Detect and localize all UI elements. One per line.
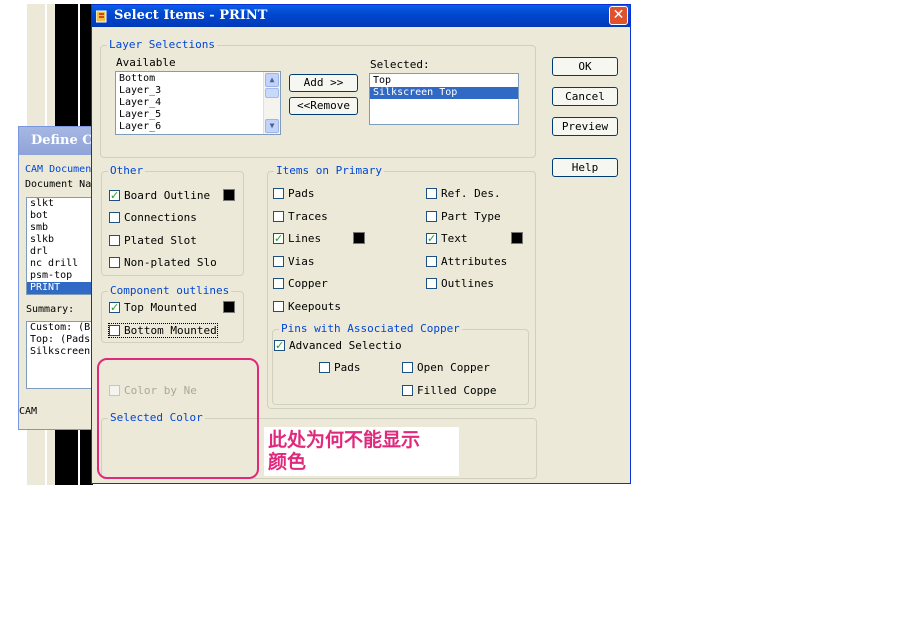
available-label: Available [116,56,176,69]
preview-button[interactable]: Preview [552,117,618,136]
checkbox-checked-icon[interactable] [426,232,437,245]
annotation-line: 此处为何不能显示 [268,429,421,451]
remove-button[interactable]: <<Remove [289,97,358,115]
annotation-highlight [97,358,259,479]
checkbox-icon[interactable] [273,188,284,199]
checkbox-icon[interactable] [109,325,120,336]
list-item[interactable]: smb [27,222,99,234]
list-item[interactable]: Layer_5 [116,109,280,121]
checkbox-icon[interactable] [426,188,437,199]
checkbox-icon[interactable] [426,256,437,267]
vias-checkbox[interactable]: Vias [273,255,315,268]
top-mounted-checkbox[interactable]: Top Mounted [109,301,197,314]
checkbox-checked-icon[interactable] [274,339,285,352]
list-item[interactable]: Layer_4 [116,97,280,109]
items-on-primary-label: Items on Primary [274,164,384,177]
plated-slot-checkbox[interactable]: Plated Slot [109,234,197,247]
pins-pads-checkbox[interactable]: Pads [319,361,361,374]
annotation-note: 此处为何不能显示 颜色 [264,427,459,476]
scroll-up-icon[interactable]: ▲ [265,73,279,87]
checkbox-checked-icon[interactable] [273,232,284,245]
help-button[interactable]: Help [552,158,618,177]
checkbox-checked-icon[interactable] [109,301,120,314]
list-item[interactable]: Top [370,75,518,87]
checkbox-icon[interactable] [109,257,120,268]
list-item[interactable]: Layer_6 [116,121,280,133]
part-type-checkbox[interactable]: Part Type [426,210,501,223]
summary-line: Top: (Pads [30,334,91,345]
top-mounted-color-swatch[interactable] [223,301,235,313]
list-item[interactable]: psm-top [27,270,99,282]
checkbox-icon[interactable] [402,362,413,373]
checkbox-icon[interactable] [273,278,284,289]
text-checkbox[interactable]: Text [426,232,468,245]
advanced-selection-checkbox[interactable]: Advanced Selectio [274,339,402,352]
add-button[interactable]: Add >> [289,74,358,92]
board-outline-checkbox[interactable]: Board Outline [109,189,210,202]
checkbox-icon[interactable] [273,211,284,222]
component-outlines-label: Component outlines [108,284,232,297]
title-bar[interactable]: Select Items - PRINT ✕ [92,5,630,27]
checkbox-icon[interactable] [319,362,330,373]
list-item[interactable]: Layer_3 [116,85,280,97]
ref-des-checkbox[interactable]: Ref. Des. [426,187,501,200]
text-color-swatch[interactable] [511,232,523,244]
board-outline-color-swatch[interactable] [223,189,235,201]
connections-checkbox[interactable]: Connections [109,211,197,224]
define-cam-window: Define C CAM Documen Document Na slkt bo… [18,126,99,430]
cancel-button[interactable]: Cancel [552,87,618,106]
pins-with-copper-label: Pins with Associated Copper [279,322,462,335]
attributes-checkbox[interactable]: Attributes [426,255,507,268]
available-listbox[interactable]: Bottom Layer_3 Layer_4 Layer_5 Layer_6 ▲… [115,71,281,135]
keepouts-checkbox[interactable]: Keepouts [273,300,341,313]
document-list[interactable]: slkt bot smb slkb drl nc drill psm-top P… [26,197,99,295]
filled-copper-checkbox[interactable]: Filled Coppe [402,384,496,397]
scroll-thumb[interactable] [265,88,279,98]
layer-selections-label: Layer Selections [107,38,217,51]
summary-label: Summary: [26,304,75,315]
scroll-down-icon[interactable]: ▼ [265,119,279,133]
cam-footer-label: CAM [19,406,38,417]
copper-checkbox[interactable]: Copper [273,277,328,290]
checkbox-icon[interactable] [426,278,437,289]
list-item[interactable]: nc drill [27,258,99,270]
list-item-selected[interactable]: Silkscreen Top [370,87,518,99]
bottom-mounted-checkbox[interactable]: Bottom Mounted [108,323,218,338]
app-icon [96,10,107,23]
close-button[interactable]: ✕ [609,6,628,25]
open-copper-checkbox[interactable]: Open Copper [402,361,490,374]
list-item[interactable]: bot [27,210,99,222]
lines-checkbox[interactable]: Lines [273,232,321,245]
summary-line: Custom: (B [30,322,91,333]
ok-button[interactable]: OK [552,57,618,76]
summary-line: Silkscreen [30,346,91,357]
lines-color-swatch[interactable] [353,232,365,244]
define-cam-title: Define C [19,127,99,155]
summary-box: Custom: (B Top: (Pads Silkscreen [26,321,99,389]
non-plated-slot-checkbox[interactable]: Non-plated Slo [109,256,217,269]
checkbox-icon[interactable] [109,235,120,246]
list-item[interactable]: drl [27,246,99,258]
available-scrollbar[interactable]: ▲ ▼ [263,72,280,134]
traces-checkbox[interactable]: Traces [273,210,328,223]
cam-documents-label: CAM Documen [25,164,92,175]
other-label: Other [108,164,146,177]
list-item[interactable]: slkt [27,198,99,210]
outlines-checkbox[interactable]: Outlines [426,277,494,290]
annotation-line: 颜色 [268,451,307,473]
checkbox-checked-icon[interactable] [109,189,120,202]
checkbox-icon[interactable] [273,256,284,267]
pads-checkbox[interactable]: Pads [273,187,315,200]
list-item[interactable]: Bottom [116,73,280,85]
checkbox-icon[interactable] [402,385,413,396]
selected-listbox[interactable]: Top Silkscreen Top [369,73,519,125]
dialog-title: Select Items - PRINT [114,8,268,23]
list-item-selected[interactable]: PRINT [27,282,99,294]
checkbox-icon[interactable] [426,211,437,222]
selected-label: Selected: [370,58,430,71]
list-item[interactable]: slkb [27,234,99,246]
document-name-label: Document Na [25,179,92,190]
checkbox-icon[interactable] [273,301,284,312]
checkbox-icon[interactable] [109,212,120,223]
